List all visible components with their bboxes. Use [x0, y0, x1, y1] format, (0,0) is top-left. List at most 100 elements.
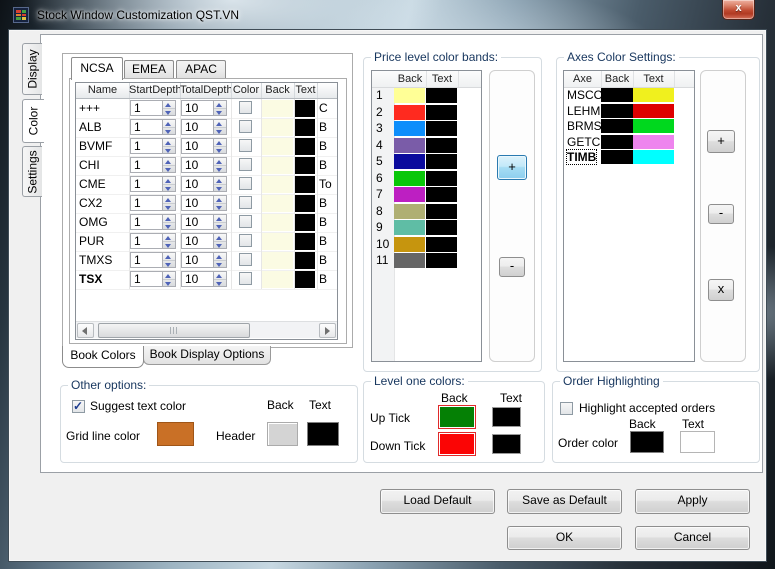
row-text-swatch[interactable] — [295, 233, 315, 250]
column-header-startdepth[interactable]: StartDepth — [129, 83, 181, 98]
price-band-text-swatch[interactable] — [426, 187, 457, 202]
up-tick-back-swatch[interactable] — [438, 405, 476, 429]
axe-name-cell[interactable]: GETC — [567, 135, 600, 149]
spinner-up-icon[interactable] — [214, 101, 226, 109]
spinner-value[interactable]: 1 — [131, 215, 162, 229]
spinner-down-icon[interactable] — [163, 128, 175, 135]
table-row[interactable]: +++ 1 10 C — [76, 99, 337, 119]
price-band-back-swatch[interactable] — [394, 253, 425, 268]
column-header-back[interactable]: Back — [261, 83, 295, 98]
row-back-swatch[interactable] — [262, 214, 293, 231]
row-text-swatch[interactable] — [295, 271, 315, 288]
axes-list[interactable]: Axe Back Text MSCO LEHM BRMS GETC TIMB — [563, 70, 695, 362]
axe-text-swatch[interactable] — [633, 103, 674, 118]
table-row[interactable]: ALB 1 10 B — [76, 118, 337, 138]
price-band-back-swatch[interactable] — [394, 220, 425, 235]
spinner-value[interactable]: 1 — [131, 158, 162, 172]
start-depth-spinner[interactable]: 1 — [130, 195, 176, 211]
spinner-value[interactable]: 1 — [131, 272, 162, 286]
row-text-swatch[interactable] — [295, 214, 315, 231]
spinner-value[interactable]: 1 — [131, 234, 162, 248]
price-band-back-swatch[interactable] — [394, 104, 425, 120]
total-depth-spinner[interactable]: 10 — [181, 233, 227, 249]
table-row[interactable]: CX2 1 10 B — [76, 194, 337, 214]
table-row[interactable]: PUR 1 10 B — [76, 232, 337, 252]
spinner-buttons[interactable] — [213, 196, 226, 210]
spinner-up-icon[interactable] — [214, 215, 226, 223]
spinner-buttons[interactable] — [162, 234, 175, 248]
row-text-swatch[interactable] — [295, 100, 315, 117]
price-band-text-swatch[interactable] — [426, 104, 457, 120]
axe-back-swatch[interactable] — [601, 150, 633, 164]
spinner-value[interactable]: 1 — [131, 139, 162, 153]
spinner-value[interactable]: 10 — [182, 272, 213, 286]
row-text-swatch[interactable] — [295, 252, 315, 269]
total-depth-spinner[interactable]: 10 — [181, 138, 227, 154]
price-band-back-swatch[interactable] — [394, 170, 425, 186]
spinner-up-icon[interactable] — [163, 196, 175, 204]
spinner-down-icon[interactable] — [163, 280, 175, 287]
row-back-swatch[interactable] — [262, 138, 293, 155]
spinner-down-icon[interactable] — [214, 166, 226, 173]
price-band-back-swatch[interactable] — [394, 88, 425, 103]
spinner-value[interactable]: 1 — [131, 101, 162, 115]
scrollbar-thumb[interactable] — [98, 323, 250, 338]
spinner-up-icon[interactable] — [214, 234, 226, 242]
spinner-value[interactable]: 10 — [182, 196, 213, 210]
spinner-value[interactable]: 10 — [182, 234, 213, 248]
row-back-swatch[interactable] — [262, 157, 293, 174]
table-row[interactable]: CHI 1 10 B — [76, 156, 337, 176]
scroll-right-icon[interactable] — [319, 323, 336, 338]
start-depth-spinner[interactable]: 1 — [130, 214, 176, 230]
spinner-up-icon[interactable] — [163, 158, 175, 166]
column-header-color[interactable]: Color — [231, 83, 262, 98]
axe-text-swatch[interactable] — [633, 150, 674, 164]
price-band-text-swatch[interactable] — [426, 220, 457, 235]
row-color-checkbox[interactable] — [239, 101, 252, 114]
spinner-buttons[interactable] — [213, 272, 226, 286]
spinner-down-icon[interactable] — [214, 280, 226, 287]
total-depth-spinner[interactable]: 10 — [181, 195, 227, 211]
spinner-up-icon[interactable] — [163, 234, 175, 242]
spinner-buttons[interactable] — [213, 139, 226, 153]
axe-back-swatch[interactable] — [601, 88, 633, 102]
start-depth-spinner[interactable]: 1 — [130, 100, 176, 116]
spinner-up-icon[interactable] — [163, 139, 175, 147]
axe-text-swatch[interactable] — [633, 134, 674, 149]
spinner-value[interactable]: 10 — [182, 120, 213, 134]
spinner-buttons[interactable] — [162, 253, 175, 267]
price-band-back-swatch[interactable] — [394, 236, 425, 252]
total-depth-spinner[interactable]: 10 — [181, 176, 227, 192]
row-text-swatch[interactable] — [295, 138, 315, 155]
spinner-value[interactable]: 1 — [131, 177, 162, 191]
row-back-swatch[interactable] — [262, 271, 293, 288]
price-bands-list[interactable]: Back Text 1 2 3 4 5 6 7 8 9 10 11 — [371, 70, 482, 362]
apply-button[interactable]: Apply — [635, 489, 750, 514]
tab-settings[interactable]: Settings — [22, 146, 42, 197]
price-band-back-swatch[interactable] — [394, 154, 425, 169]
tab-book-display-options[interactable]: Book Display Options — [143, 346, 271, 365]
axe-text-swatch[interactable] — [633, 88, 674, 102]
tab-book-colors[interactable]: Book Colors — [62, 346, 144, 368]
spinner-value[interactable]: 10 — [182, 101, 213, 115]
spinner-up-icon[interactable] — [214, 272, 226, 280]
spinner-value[interactable]: 10 — [182, 158, 213, 172]
spinner-buttons[interactable] — [213, 158, 226, 172]
axes-add-button[interactable]: + — [707, 130, 735, 153]
row-text-swatch[interactable] — [295, 119, 315, 136]
spinner-down-icon[interactable] — [214, 204, 226, 211]
total-depth-spinner[interactable]: 10 — [181, 100, 227, 116]
horizontal-scrollbar[interactable] — [76, 321, 337, 338]
axe-back-swatch[interactable] — [601, 119, 633, 133]
row-back-swatch[interactable] — [262, 233, 293, 250]
spinner-up-icon[interactable] — [214, 253, 226, 261]
spinner-buttons[interactable] — [162, 139, 175, 153]
spinner-buttons[interactable] — [213, 234, 226, 248]
tab-region-ncsa[interactable]: NCSA — [71, 57, 123, 80]
row-color-checkbox[interactable] — [239, 120, 252, 133]
spinner-up-icon[interactable] — [163, 101, 175, 109]
book-colors-table[interactable]: Name StartDepth TotalDepth Color Back Te… — [75, 82, 338, 340]
highlight-accepted-orders-checkbox[interactable] — [560, 402, 573, 415]
spinner-up-icon[interactable] — [214, 196, 226, 204]
spinner-up-icon[interactable] — [214, 158, 226, 166]
